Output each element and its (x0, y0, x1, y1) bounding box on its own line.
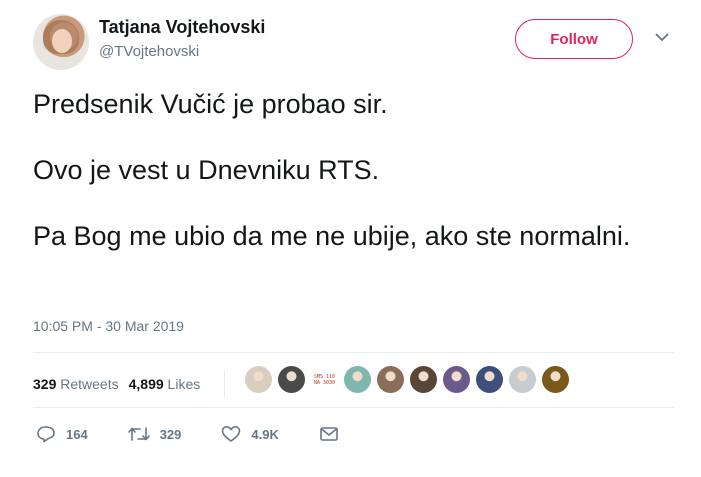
avatar-face (52, 29, 72, 53)
liker-avatar[interactable] (245, 366, 272, 393)
reply-icon (37, 426, 55, 443)
user-avatar[interactable] (33, 14, 89, 70)
reply-button[interactable]: 164 (36, 425, 88, 443)
tweet-paragraph: Pa Bog me ubio da me ne ubije, ako ste n… (33, 221, 631, 251)
reply-count: 164 (66, 426, 88, 442)
divider (33, 407, 674, 408)
heart-icon (222, 426, 241, 442)
liker-avatar[interactable] (278, 366, 305, 393)
tweet-actions: 164 329 4.9K (36, 425, 379, 443)
likes-label: Likes (167, 376, 201, 392)
tweet-stats: 329 Retweets 4,899 Likes (33, 370, 226, 398)
display-name[interactable]: Tatjana Vojtehovski (99, 17, 265, 38)
retweets-label: Retweets (60, 376, 119, 392)
liker-avatar[interactable] (476, 366, 503, 393)
chevron-down-icon[interactable] (655, 32, 669, 42)
liker-avatars: SMS 110 NA 3030 (245, 366, 569, 393)
envelope-icon (320, 427, 338, 441)
liker-avatar[interactable] (542, 366, 569, 393)
likes-stat[interactable]: 4,899 Likes (129, 376, 201, 392)
likes-count: 4,899 (128, 376, 164, 392)
liker-avatar[interactable]: SMS 110 NA 3030 (311, 366, 338, 393)
liker-avatar[interactable] (377, 366, 404, 393)
follow-button[interactable]: Follow (515, 19, 633, 59)
divider (33, 352, 674, 353)
retweets-count: 329 (33, 376, 57, 392)
liker-avatar[interactable] (443, 366, 470, 393)
stats-separator (224, 370, 226, 398)
tweet-text: Predsenik Vučić je probao sir. Ovo je ve… (33, 88, 653, 253)
liker-avatar[interactable] (410, 366, 437, 393)
liker-avatar[interactable] (509, 366, 536, 393)
user-handle[interactable]: @TVojtehovski (99, 43, 199, 60)
like-count: 4.9K (251, 426, 279, 442)
liker-avatar[interactable] (344, 366, 371, 393)
like-button[interactable]: 4.9K (221, 425, 279, 443)
retweet-icon (127, 427, 150, 441)
retweets-stat[interactable]: 329 Retweets (33, 376, 119, 392)
message-button[interactable] (319, 426, 339, 442)
tweet-paragraph: Ovo je vest u Dnevniku RTS. (33, 155, 380, 185)
tweet-timestamp[interactable]: 10:05 PM - 30 Mar 2019 (33, 318, 184, 334)
retweet-count: 329 (159, 426, 182, 442)
retweet-button[interactable]: 329 (127, 426, 182, 442)
tweet-paragraph: Predsenik Vučić je probao sir. (33, 89, 388, 119)
